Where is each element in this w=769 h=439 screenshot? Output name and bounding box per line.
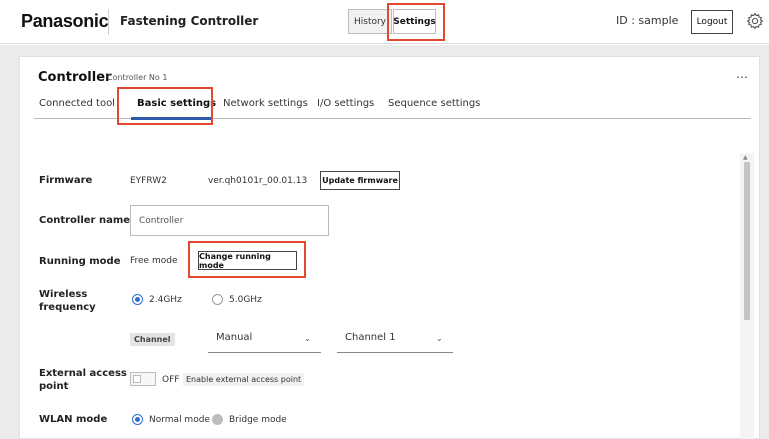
radio-2-4ghz-label: 2.4GHz	[149, 295, 182, 305]
radio-bridge-mode-label: Bridge mode	[229, 415, 287, 425]
channel-chip: Channel	[130, 333, 175, 346]
tab-io-settings[interactable]: I/O settings	[317, 98, 374, 109]
highlight-basic-settings-tab	[117, 87, 213, 125]
chevron-down-icon: ⌄	[436, 334, 443, 343]
controller-name-input[interactable]: Controller	[130, 205, 329, 236]
highlight-settings-button	[387, 3, 445, 41]
brand-logo: Panasonic	[21, 11, 109, 31]
controller-name-label: Controller name	[39, 215, 131, 226]
brand-divider	[108, 9, 109, 35]
highlight-change-running-mode	[188, 241, 306, 278]
external-access-point-toggle[interactable]	[130, 372, 156, 386]
radio-2-4ghz[interactable]	[132, 294, 143, 305]
radio-5-0ghz-label: 5.0GHz	[229, 295, 262, 305]
external-access-point-label-2: point	[39, 381, 69, 392]
scrollbar[interactable]: ▲	[740, 153, 754, 439]
user-id-label: ID : sample	[616, 14, 679, 27]
history-button[interactable]: History	[348, 9, 392, 34]
logout-button[interactable]: Logout	[691, 10, 733, 34]
top-bar: Panasonic Fastening Controller History S…	[0, 0, 769, 44]
channel-mode-select[interactable]: Manual ⌄	[208, 329, 321, 353]
scroll-up-icon[interactable]: ▲	[743, 154, 748, 161]
controller-subtitle: Controller No 1	[107, 73, 168, 82]
firmware-version: ver.qh0101r_00.01.13	[208, 176, 308, 186]
toggle-state-label: OFF	[162, 375, 180, 385]
controller-title: Controller	[38, 70, 112, 85]
channel-number-value: Channel 1	[345, 332, 396, 343]
firmware-model: EYFRW2	[130, 176, 167, 186]
firmware-label: Firmware	[39, 175, 93, 186]
running-mode-label: Running mode	[39, 256, 121, 267]
toggle-knob	[133, 375, 141, 383]
radio-bridge-mode[interactable]	[212, 414, 223, 425]
tab-network-settings[interactable]: Network settings	[223, 98, 308, 109]
app-title: Fastening Controller	[120, 14, 259, 28]
wlan-mode-label: WLAN mode	[39, 414, 108, 425]
tab-sequence-settings[interactable]: Sequence settings	[388, 98, 480, 109]
scrollbar-thumb[interactable]	[744, 162, 750, 320]
running-mode-value: Free mode	[130, 256, 178, 266]
toggle-description: Enable external access point	[183, 373, 305, 386]
radio-normal-mode-label: Normal mode	[149, 415, 210, 425]
tab-connected-tool[interactable]: Connected tool	[39, 98, 115, 109]
chevron-down-icon: ⌄	[304, 334, 311, 343]
gear-icon[interactable]	[746, 12, 764, 30]
radio-normal-mode[interactable]	[132, 414, 143, 425]
more-options-icon[interactable]: …	[736, 67, 749, 81]
wireless-frequency-label-2: frequency	[39, 302, 96, 313]
external-access-point-label-1: External access	[39, 368, 127, 379]
channel-mode-value: Manual	[216, 332, 253, 343]
update-firmware-button[interactable]: Update firmware	[320, 171, 400, 190]
channel-number-select[interactable]: Channel 1 ⌄	[337, 329, 453, 353]
radio-5-0ghz[interactable]	[212, 294, 223, 305]
wireless-frequency-label-1: Wireless	[39, 289, 88, 300]
